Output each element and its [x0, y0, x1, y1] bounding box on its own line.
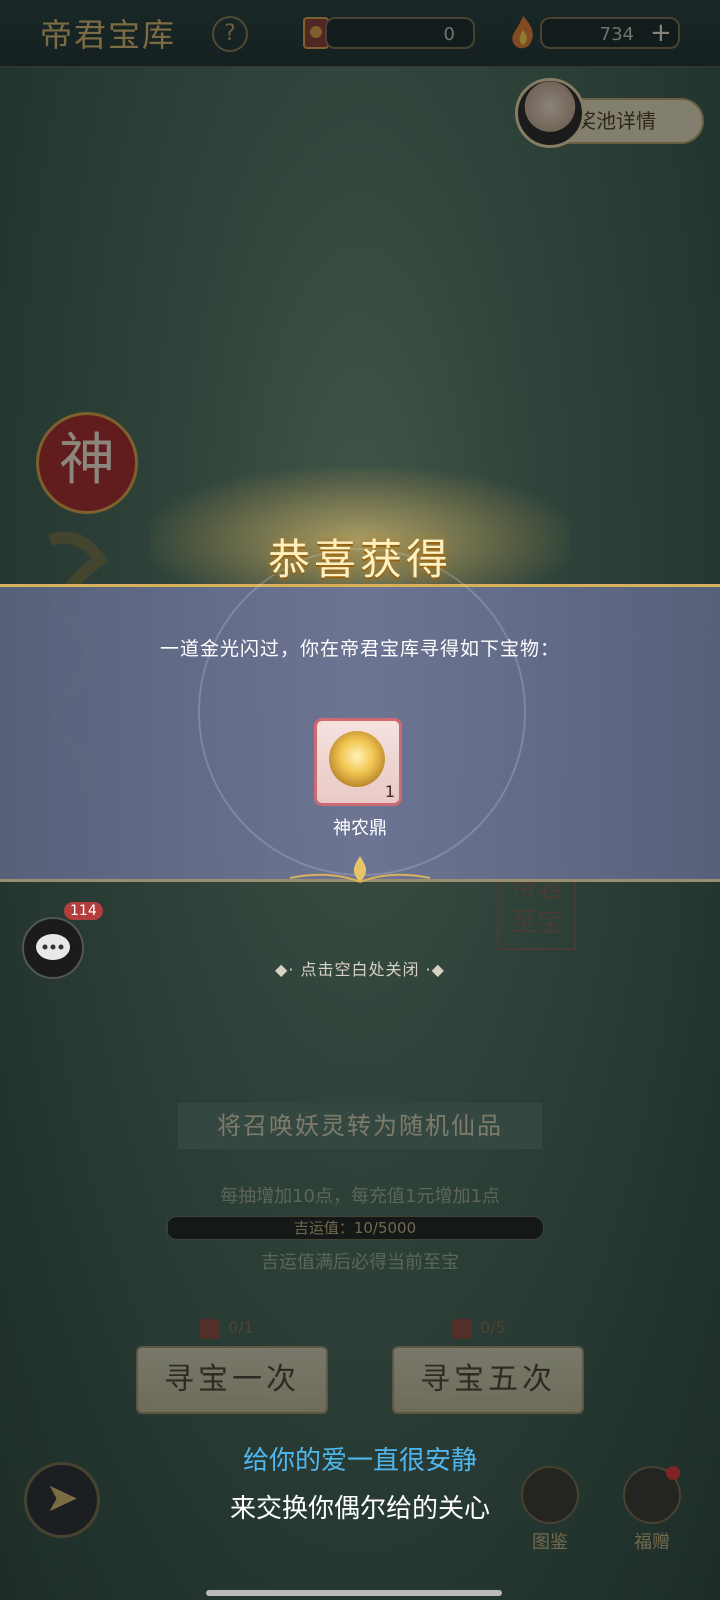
chat-count-badge: 114 — [64, 902, 103, 920]
reward-item-name: 神农鼎 — [333, 818, 387, 839]
home-indicator[interactable] — [206, 1590, 502, 1596]
popup-title: 恭喜获得 — [267, 535, 452, 584]
popup-message: 一道金光闪过，你在帝君宝库寻得如下宝物： — [159, 638, 560, 660]
close-hint: ◆· 点击空白处关闭 ·◆ — [275, 960, 445, 979]
lyric-line-2: 来交换你偶尔给的关心 — [229, 1494, 490, 1524]
reward-item-quantity: 1 — [384, 782, 395, 801]
cauldron-icon — [329, 731, 385, 787]
lotus-ornament-icon — [289, 856, 431, 883]
reward-item-card[interactable]: 1 — [314, 718, 402, 806]
lyric-line-1: 给你的爱一直很安静 — [242, 1446, 477, 1476]
game-background: 帝君宝库 ? 0 734 + 奖池详情 神 帝君至宝 将召唤妖灵转为随机仙品 每… — [0, 0, 720, 1600]
